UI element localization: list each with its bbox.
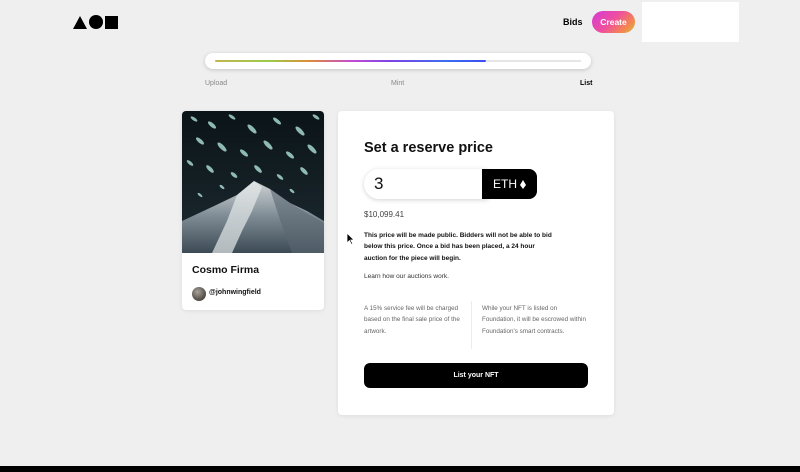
panel-title: Set a reserve price — [364, 140, 493, 156]
usd-equivalent: $10,099.41 — [364, 210, 405, 219]
artwork-preview-card[interactable]: Cosmo Firma @johnwingfield — [182, 111, 324, 310]
creator-handle[interactable]: @johnwingfield — [209, 289, 261, 296]
progress-bar — [205, 53, 591, 69]
artwork-title: Cosmo Firma — [192, 264, 260, 276]
ethereum-icon — [520, 179, 526, 189]
progress-bar-remaining — [486, 60, 581, 62]
triangle-logo-shape — [73, 15, 87, 29]
mouse-pointer-icon — [347, 233, 355, 245]
create-button[interactable]: Create — [592, 11, 635, 33]
blank-overlay-panel — [642, 2, 739, 42]
step-mint: Mint — [391, 80, 405, 87]
square-logo-shape — [105, 15, 118, 29]
currency-badge: ETH — [482, 169, 537, 199]
list-nft-button[interactable]: List your NFT — [364, 363, 588, 388]
step-list: List — [580, 80, 593, 87]
nav-bids-link[interactable]: Bids — [563, 17, 583, 27]
foundation-logo[interactable] — [73, 15, 118, 29]
artwork-image — [182, 111, 324, 253]
circle-logo-shape — [89, 15, 103, 29]
learn-auctions-link[interactable]: Learn how our auctions work. — [364, 273, 449, 280]
currency-label: ETH — [493, 177, 517, 191]
progress-bar-fill — [215, 60, 486, 62]
escrow-note: While your NFT is listed on Foundation, … — [482, 305, 586, 335]
service-fee-note: A 15% service fee will be charged based … — [364, 305, 460, 335]
bottom-edge-bar — [0, 466, 800, 472]
reserve-price-panel: Set a reserve price ETH $10,099.41 This … — [338, 111, 614, 415]
column-divider — [471, 301, 472, 349]
reserve-price-input[interactable] — [364, 169, 488, 199]
step-upload: Upload — [205, 80, 228, 87]
creator-avatar — [192, 287, 206, 301]
reserve-price-info: This price will be made public. Bidders … — [364, 232, 552, 262]
